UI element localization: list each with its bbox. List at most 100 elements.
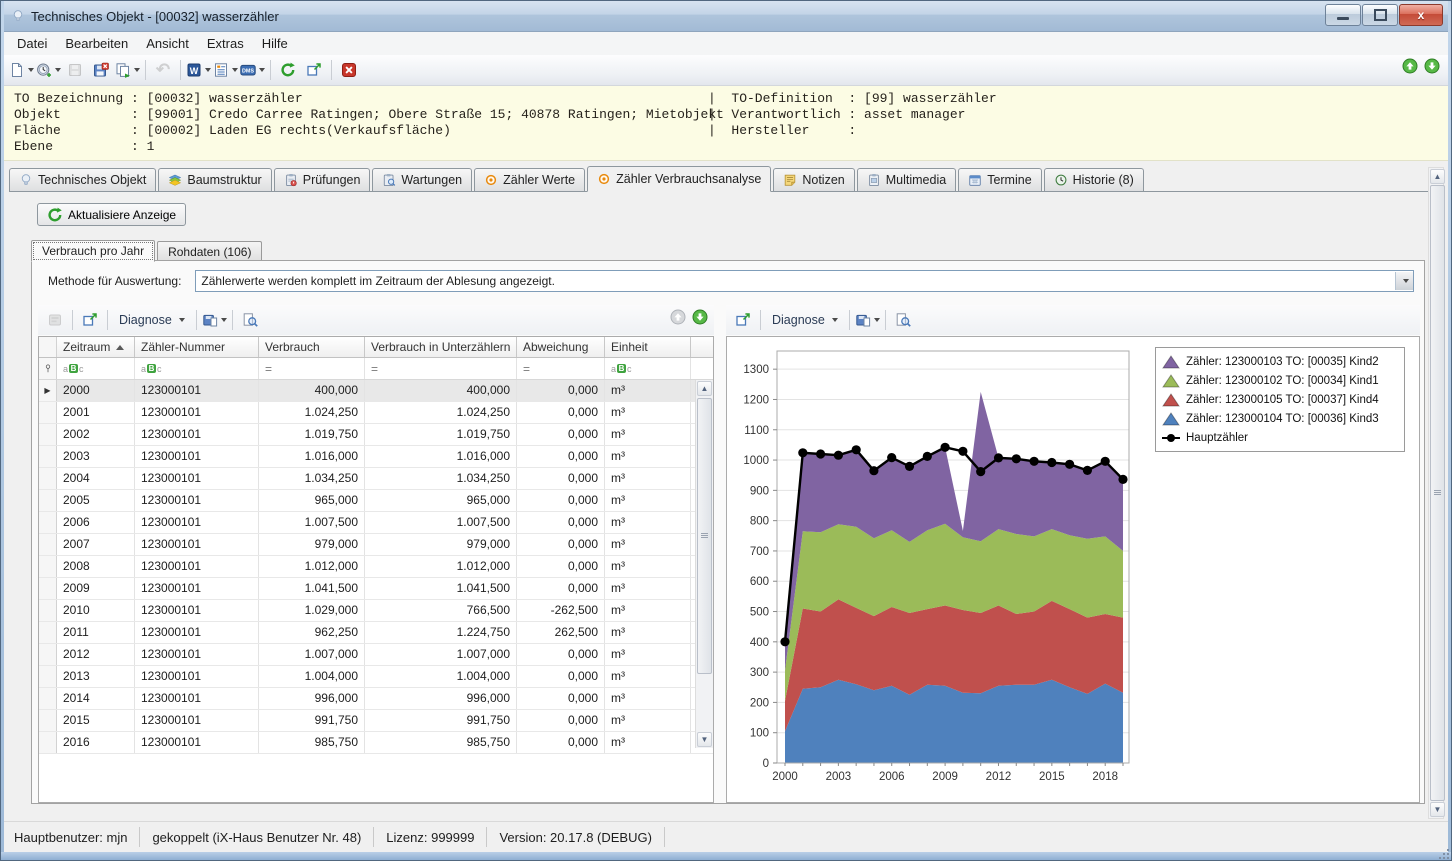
subtab-verbrauch-pro-jahr[interactable]: Verbrauch pro Jahr [31,240,155,262]
row-indicator [39,644,57,665]
filter-cell[interactable]: = [517,358,605,379]
filter-cell[interactable]: aBc [135,358,259,379]
close-red-button[interactable] [337,58,361,82]
page-scrollbar[interactable]: ▲ ▼ [1428,167,1444,819]
list-view-button[interactable] [213,58,238,82]
table-row-2013[interactable]: 20131230001011.004,0001.004,0000,000m³ [39,666,713,688]
column-header-abweichung[interactable]: Abweichung [517,337,605,357]
chevron-down-icon[interactable] [874,318,880,322]
tab-termine[interactable]: Termine [958,168,1041,191]
column-header-einheit[interactable]: Einheit [605,337,691,357]
copy-export-button[interactable] [115,58,140,82]
table-row-2004[interactable]: 20041230001011.034,2501.034,2500,000m³ [39,468,713,490]
table-row-2003[interactable]: 20031230001011.016,0001.016,0000,000m³ [39,446,713,468]
table-row-2002[interactable]: 20021230001011.019,7501.019,7500,000m³ [39,424,713,446]
tab-wartungen[interactable]: Wartungen [372,168,472,191]
print-preview-button[interactable] [891,308,915,332]
status-item: Version: 20.17.8 (DEBUG) [487,827,664,847]
menu-item-ansicht[interactable]: Ansicht [137,33,198,54]
tab-zähler-werte[interactable]: Zähler Werte [474,168,585,191]
column-header-zeitraum[interactable]: Zeitraum [57,337,135,357]
table-row-2005[interactable]: 2005123000101965,000965,0000,000m³ [39,490,713,512]
filter-pin-icon[interactable] [39,358,57,379]
word-export-button[interactable]: W [186,58,211,82]
save-delete-button[interactable] [89,58,113,82]
refresh-button[interactable] [276,58,300,82]
chevron-down-icon[interactable] [221,318,227,322]
close-window-button[interactable]: x [1399,4,1443,26]
tab-historie-8-[interactable]: Historie (8) [1044,168,1144,191]
tab-prüfungen[interactable]: Prüfungen [274,168,371,191]
table-row-2014[interactable]: 2014123000101996,000996,0000,000m³ [39,688,713,710]
tab-zähler-verbrauchsanalyse[interactable]: Zähler Verbrauchsanalyse [587,166,771,192]
table-row-2012[interactable]: 20121230001011.007,0001.007,0000,000m³ [39,644,713,666]
chevron-down-icon[interactable] [205,68,211,72]
menu-item-bearbeiten[interactable]: Bearbeiten [56,33,137,54]
column-header-zähler-nummer[interactable]: Zähler-Nummer [135,337,259,357]
cell: 0,000 [517,468,605,489]
tab-multimedia[interactable]: Multimedia [857,168,956,191]
menu-item-extras[interactable]: Extras [198,33,253,54]
nav-down-button[interactable] [692,309,708,325]
table-row-2010[interactable]: 20101230001011.029,000766,500-262,500m³ [39,600,713,622]
history-clock-button[interactable] [36,58,61,82]
refresh-icon [47,207,63,223]
detach-window-button[interactable] [78,308,102,332]
column-header-verbrauch[interactable]: Verbrauch [259,337,365,357]
chevron-down-icon[interactable] [259,68,265,72]
nav-down-button[interactable] [1424,58,1440,74]
column-header-verbrauch-in-unterzählern[interactable]: Verbrauch in Unterzählern [365,337,517,357]
menu-item-hilfe[interactable]: Hilfe [253,33,297,54]
resize-grip[interactable] [1437,847,1449,859]
tab-notizen[interactable]: Notizen [773,168,854,191]
save-layout-button[interactable] [855,308,880,332]
table-row-2008[interactable]: 20081230001011.012,0001.012,0000,000m³ [39,556,713,578]
filter-cell[interactable]: aBc [605,358,691,379]
table-row-2007[interactable]: 2007123000101979,000979,0000,000m³ [39,534,713,556]
table-row-2015[interactable]: 2015123000101991,750991,7500,000m³ [39,710,713,732]
scroll-down-button[interactable]: ▼ [697,732,712,747]
table-row-2016[interactable]: 2016123000101985,750985,7500,000m³ [39,732,713,754]
scroll-up-button[interactable]: ▲ [1430,169,1445,184]
tab-technisches-objekt[interactable]: Technisches Objekt [9,168,156,191]
table-row-2000[interactable]: ▶2000123000101400,000400,0000,000m³ [39,380,713,402]
scrollbar-thumb[interactable] [697,398,712,674]
print-preview-button[interactable] [238,308,262,332]
scroll-down-button[interactable]: ▼ [1430,802,1445,817]
detach-window-button[interactable] [731,308,755,332]
diagnose-dropdown-button[interactable]: Diagnose [765,311,845,329]
multimedia-icon [867,173,881,187]
chevron-down-icon[interactable] [55,68,61,72]
save-layout-button[interactable] [202,308,227,332]
chevron-down-icon[interactable] [134,68,140,72]
table-row-2011[interactable]: 2011123000101962,2501.224,750262,500m³ [39,622,713,644]
chevron-down-icon[interactable] [28,68,34,72]
minimize-button[interactable] [1325,4,1361,26]
list-view-icon [213,62,229,78]
filter-cell[interactable]: aBc [57,358,135,379]
cell: 2002 [57,424,135,445]
chevron-down-icon[interactable] [232,68,238,72]
detach-window-button[interactable] [302,58,326,82]
subtab-rohdaten-106-[interactable]: Rohdaten (106) [157,241,262,261]
table-scrollbar[interactable]: ▲ ▼ [695,380,713,748]
filter-cell[interactable]: = [365,358,517,379]
method-combobox[interactable]: Zählerwerte werden komplett im Zeitraum … [195,270,1414,292]
menu-item-datei[interactable]: Datei [8,33,56,54]
filter-cell[interactable]: = [259,358,365,379]
table-row-2006[interactable]: 20061230001011.007,5001.007,5000,000m³ [39,512,713,534]
legend-item: Zähler: 123000105 TO: [00037] Kind4 [1162,390,1398,409]
table-row-2001[interactable]: 20011230001011.024,2501.024,2500,000m³ [39,402,713,424]
dms-button[interactable]: DMS [240,58,265,82]
row-indicator [39,512,57,533]
new-document-button[interactable] [9,58,34,82]
nav-up-button[interactable] [1402,58,1418,74]
restore-button[interactable] [1362,4,1398,26]
tab-baumstruktur[interactable]: Baumstruktur [158,168,271,191]
combobox-dropdown-button[interactable] [1395,272,1413,290]
scroll-up-button[interactable]: ▲ [697,381,712,396]
diagnose-dropdown-button[interactable]: Diagnose [112,311,192,329]
table-row-2009[interactable]: 20091230001011.041,5001.041,5000,000m³ [39,578,713,600]
scrollbar-thumb[interactable] [1430,185,1445,801]
refresh-display-button[interactable]: Aktualisiere Anzeige [37,203,186,226]
